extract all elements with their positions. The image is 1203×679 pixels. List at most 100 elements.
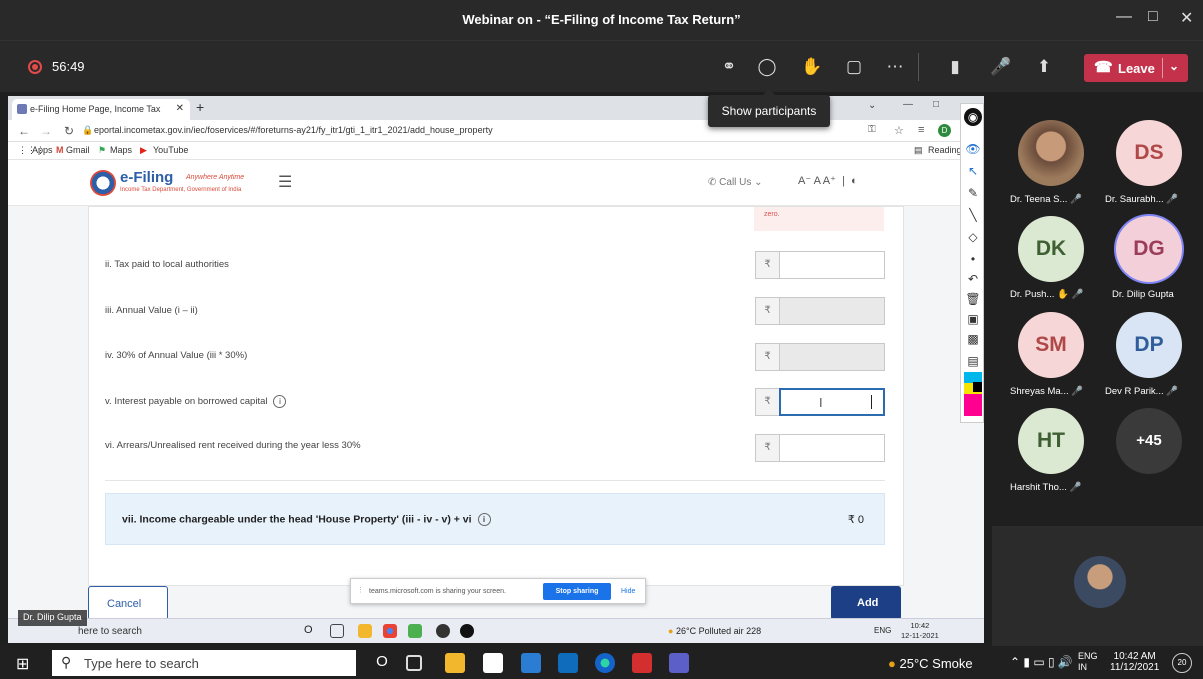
contrast-icon[interactable]: ◐ xyxy=(851,175,858,187)
undo-icon[interactable]: ↶ xyxy=(964,270,982,288)
color-palette[interactable] xyxy=(964,372,982,416)
self-video-preview[interactable] xyxy=(992,526,1203,646)
reading-list-label[interactable]: Reading xyxy=(928,145,962,155)
acrobat-icon[interactable] xyxy=(632,653,652,673)
file-explorer-icon[interactable] xyxy=(445,653,465,673)
participant-avatar-speaking[interactable]: DG xyxy=(1116,216,1182,282)
eye-icon[interactable]: 👁 xyxy=(964,140,982,158)
reading-list-icon[interactable]: ≡ xyxy=(918,124,924,136)
language-indicator[interactable]: ENG IN xyxy=(1078,651,1098,673)
system-tray-icons[interactable]: ⌃ ▮ ▭ ▯ 🔊 xyxy=(1010,655,1073,669)
interest-borrowed-capital-input[interactable]: I xyxy=(779,388,885,416)
participant-avatar[interactable]: DP xyxy=(1116,312,1182,378)
cancel-button[interactable]: Cancel xyxy=(88,586,168,620)
participant-avatar-photo[interactable] xyxy=(1018,120,1084,186)
taskbar-clock[interactable]: 10:42 AM 11/12/2021 xyxy=(1110,651,1159,673)
participants-icon[interactable]: ⚭ xyxy=(718,56,740,78)
participant-name: Dr. Push... ✋ 🎤 xyxy=(1010,289,1084,300)
participant-avatar[interactable]: SM xyxy=(1018,312,1084,378)
back-icon[interactable]: ← xyxy=(18,124,30,138)
font-size-tools[interactable]: A⁻ A A⁺ | ◐ xyxy=(798,174,858,187)
rooms-icon[interactable]: ▢ xyxy=(843,56,865,78)
outlook-icon[interactable] xyxy=(558,653,578,673)
bookmark-gmail[interactable]: Gmail xyxy=(66,145,90,155)
bookmark-youtube[interactable]: YouTube xyxy=(153,145,188,155)
bookmark-maps[interactable]: Maps xyxy=(110,145,132,155)
location-pin-icon[interactable]: ◉ xyxy=(964,108,982,126)
screen-sharing-bar: ⋮ teams.microsoft.com is sharing your sc… xyxy=(350,578,646,604)
dot-icon[interactable]: • xyxy=(964,250,982,268)
line-icon[interactable]: ╲ xyxy=(964,206,982,224)
task-view-icon[interactable] xyxy=(406,655,422,671)
interest-label: v. Interest payable on borrowed capital xyxy=(105,396,268,408)
tab-search-icon[interactable]: ⌄ xyxy=(868,100,876,111)
more-participants-button[interactable]: +45 xyxy=(1116,408,1182,474)
weather-widget[interactable]: ● 25°C Smoke xyxy=(888,656,973,671)
taskbar-search[interactable]: ⚲ Type here to search xyxy=(52,650,356,676)
url-text[interactable]: eportal.incometax.gov.in/iec/foservices/… xyxy=(94,125,493,135)
region-text: IN xyxy=(1078,662,1087,672)
leave-button[interactable]: ☎ Leave ⌄ xyxy=(1084,54,1188,82)
site-logo-title[interactable]: e-Filing xyxy=(120,169,173,186)
grip-icon[interactable]: ⋮ xyxy=(357,586,364,594)
browser-tab[interactable]: e-Filing Home Page, Income Tax ✕ xyxy=(12,99,190,120)
info-icon[interactable]: i xyxy=(273,395,287,408)
shared-time: 10:42 xyxy=(910,621,930,630)
call-us-dropdown[interactable]: ✆ Call Us ⌄ xyxy=(708,177,763,188)
shared-clock: 10:42 12-11-2021 xyxy=(901,621,939,641)
edge-icon[interactable] xyxy=(595,653,615,673)
board-icon[interactable]: ▣ xyxy=(964,310,982,328)
browser-maximize-icon[interactable]: □ xyxy=(933,99,939,110)
participant-avatar[interactable]: DK xyxy=(1018,216,1084,282)
notes-icon[interactable]: ▤ xyxy=(964,352,982,370)
mic-off-icon[interactable]: 🎤 xyxy=(990,56,1012,78)
leave-label: Leave xyxy=(1118,61,1155,76)
participant-avatar[interactable]: DS xyxy=(1116,120,1182,186)
chevron-down-icon[interactable]: ⌄ xyxy=(1169,59,1179,73)
participant-avatar[interactable]: HT xyxy=(1018,408,1084,474)
info-icon[interactable]: i xyxy=(477,513,491,526)
eraser-icon[interactable]: ◇ xyxy=(964,228,982,246)
close-tab-icon[interactable]: ✕ xyxy=(176,103,184,114)
teams-icon[interactable] xyxy=(669,653,689,673)
store-icon[interactable] xyxy=(483,653,503,673)
profile-avatar[interactable]: D xyxy=(938,124,951,137)
chat-icon[interactable]: ◯ xyxy=(756,56,778,78)
more-icon[interactable]: ⋯ xyxy=(884,56,906,78)
rupee-prefix: ₹ xyxy=(755,297,779,325)
rupee-prefix: ₹ xyxy=(755,343,779,371)
cortana-icon[interactable]: O xyxy=(372,653,392,673)
reload-icon[interactable]: ↻ xyxy=(64,124,74,138)
notification-center-icon[interactable]: 20 xyxy=(1172,653,1192,673)
participant-name-text: Dr. Push... xyxy=(1010,289,1055,300)
minimize-icon[interactable]: — xyxy=(1116,8,1132,26)
highlighter-icon[interactable]: ✎ xyxy=(964,184,982,202)
bookmark-apps[interactable]: Apps xyxy=(32,145,53,155)
star-icon[interactable]: ☆ xyxy=(894,124,904,137)
tax-paid-local-input[interactable] xyxy=(779,251,885,279)
black-swatch[interactable] xyxy=(973,382,982,392)
hide-button[interactable]: Hide xyxy=(621,588,635,595)
stop-sharing-button[interactable]: Stop sharing xyxy=(543,583,611,600)
share-icon[interactable]: ⬆ xyxy=(1033,56,1055,78)
trash-icon[interactable]: 🗑 xyxy=(964,290,982,308)
windows-start-icon[interactable]: ⊞ xyxy=(16,654,29,674)
camera-off-icon[interactable]: ▮ xyxy=(944,56,966,78)
key-icon[interactable]: ⚿ xyxy=(868,124,876,135)
close-icon[interactable]: ✕ xyxy=(1180,8,1193,28)
task-view-icon xyxy=(330,624,344,638)
participant-name: Harshit Tho... 🎤 xyxy=(1010,482,1082,493)
camera-icon[interactable]: ▩ xyxy=(964,330,982,348)
browser-minimize-icon[interactable]: — xyxy=(903,99,913,110)
shared-taskbar: here to search O ● 26°C Polluted air 228… xyxy=(8,618,984,643)
forward-icon[interactable]: → xyxy=(40,124,52,138)
arrears-rent-input[interactable] xyxy=(779,434,885,462)
cursor-icon[interactable]: ↖ xyxy=(964,162,982,180)
new-tab-icon[interactable]: + xyxy=(196,99,204,115)
add-button[interactable]: Add xyxy=(831,586,901,620)
raise-hand-icon[interactable]: ✋ xyxy=(801,56,823,78)
mail-icon[interactable] xyxy=(521,653,541,673)
maximize-icon[interactable]: □ xyxy=(1148,8,1158,26)
menu-icon[interactable]: ☰ xyxy=(278,172,292,192)
emblem-logo xyxy=(90,170,116,196)
